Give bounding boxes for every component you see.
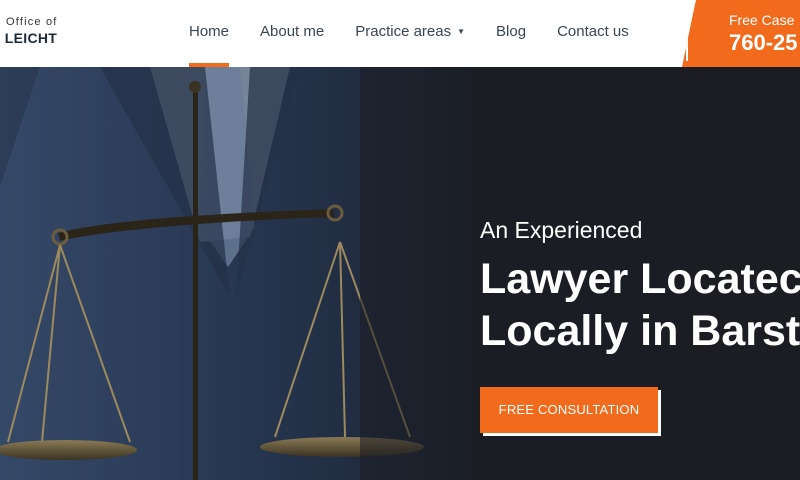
logo-tagline: Office of bbox=[6, 16, 58, 28]
chevron-down-icon: ▼ bbox=[457, 27, 466, 36]
site-logo[interactable]: Office of ID LEICHT bbox=[0, 16, 58, 46]
nav-about-me[interactable]: About me bbox=[260, 0, 324, 67]
hero-title: Lawyer Locatec Locally in Barst bbox=[480, 253, 800, 357]
hero-title-line1: Lawyer Locatec bbox=[480, 255, 800, 303]
justice-scale-image bbox=[0, 67, 480, 480]
free-case-label: Free Case bbox=[729, 12, 795, 28]
nav-practice-areas[interactable]: Practice areas ▼ bbox=[355, 0, 465, 67]
hero-kicker: An Experienced bbox=[480, 217, 643, 243]
free-consultation-button[interactable]: FREE CONSULTATION bbox=[480, 387, 658, 433]
hero-section: An Experienced Lawyer Locatec Locally in… bbox=[0, 67, 800, 480]
hero-text: An Experienced Lawyer Locatec Locally in… bbox=[480, 67, 800, 480]
nav-contact-us[interactable]: Contact us bbox=[557, 0, 629, 67]
main-nav: Home About me Practice areas ▼ Blog Conta… bbox=[189, 0, 660, 67]
hero-title-line2: Locally in Barst bbox=[480, 307, 800, 355]
free-case-cta[interactable]: Free Case 760-25 bbox=[682, 0, 800, 67]
logo-name: ID LEICHT bbox=[0, 30, 58, 46]
phone-number[interactable]: 760-25 bbox=[729, 30, 798, 56]
site-header: Office of ID LEICHT Home About me Practi… bbox=[0, 0, 800, 67]
nav-practice-areas-label: Practice areas bbox=[355, 23, 452, 40]
nav-home[interactable]: Home bbox=[189, 0, 230, 67]
nav-blog[interactable]: Blog bbox=[496, 0, 526, 67]
